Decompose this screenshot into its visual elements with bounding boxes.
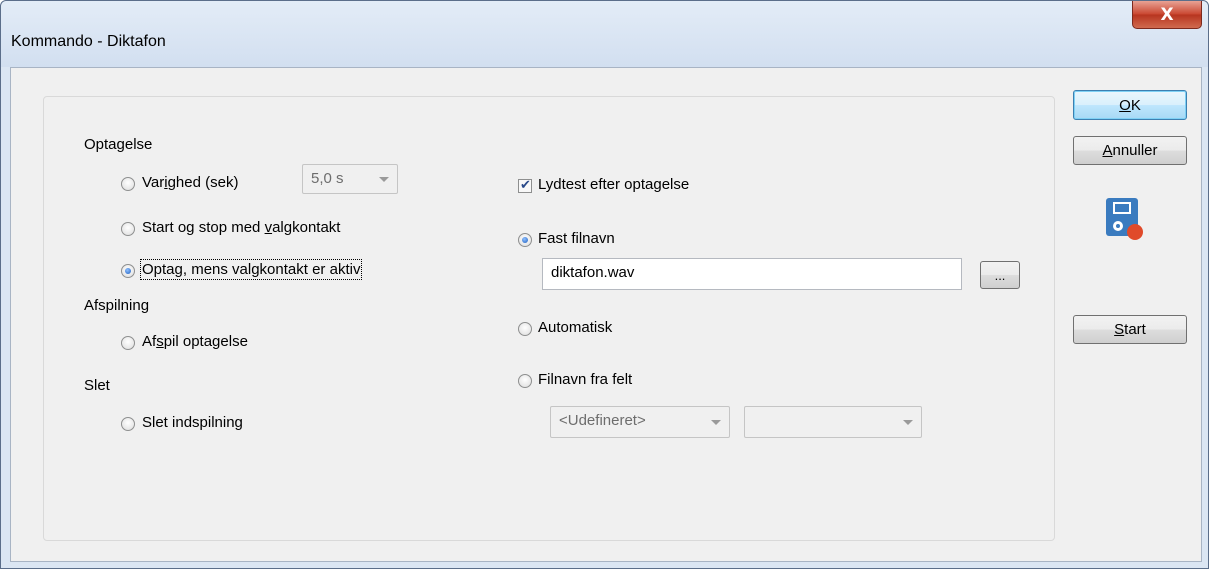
dialog-client-area: Optagelse Varighed (sek) 5,0 s Start og … — [10, 67, 1202, 562]
duration-combo[interactable]: 5,0 s — [302, 164, 398, 194]
field-select-1-value: <Udefineret> — [559, 412, 646, 429]
chevron-down-icon — [903, 420, 913, 425]
start-button-label: tart — [1124, 321, 1146, 338]
field-select-2[interactable] — [744, 406, 922, 438]
cancel-button-mnemonic: A — [1102, 142, 1113, 159]
filename-from-field-label[interactable]: Filnavn fra felt — [538, 371, 632, 388]
automatic-label[interactable]: Automatisk — [538, 319, 612, 336]
play-recording-label[interactable]: Afspil optagelse — [142, 333, 248, 350]
cancel-button-label: nnuller — [1112, 142, 1158, 159]
chevron-down-icon — [711, 420, 721, 425]
recording-heading: Optagelse — [84, 136, 153, 153]
filename-value: diktafon.wav — [551, 264, 635, 281]
field-select-1[interactable]: <Udefineret> — [550, 406, 730, 438]
close-button[interactable]: X — [1132, 1, 1202, 29]
window-title: Kommando - Diktafon — [11, 33, 166, 50]
ok-button[interactable]: OK — [1073, 90, 1187, 120]
soundtest-checkbox[interactable] — [518, 177, 532, 193]
dialog-window: Kommando - Diktafon X Optagelse Varighed… — [0, 0, 1209, 569]
while-active-label[interactable]: Optag, mens valgkontakt er aktiv — [139, 259, 363, 280]
cancel-button[interactable]: Annuller — [1073, 136, 1187, 165]
soundtest-label[interactable]: Lydtest efter optagelse — [538, 176, 689, 193]
startstop-radio[interactable] — [121, 222, 135, 236]
filename-from-field-radio[interactable] — [518, 374, 532, 388]
filename-input[interactable]: diktafon.wav — [542, 258, 962, 290]
delete-heading: Slet — [84, 377, 110, 394]
start-button[interactable]: Start — [1073, 315, 1187, 344]
delete-recording-radio[interactable] — [121, 417, 135, 431]
ok-button-mnemonic: O — [1119, 96, 1131, 114]
while-active-radio[interactable] — [121, 264, 135, 278]
start-button-mnemonic: S — [1114, 321, 1125, 338]
browse-button[interactable]: ... — [980, 261, 1020, 289]
automatic-radio[interactable] — [518, 322, 532, 336]
startstop-label[interactable]: Start og stop med valgkontakt — [142, 219, 340, 236]
fixed-filename-label[interactable]: Fast filnavn — [538, 230, 615, 247]
duration-value: 5,0 s — [311, 170, 344, 187]
chevron-down-icon — [379, 177, 389, 182]
play-recording-radio[interactable] — [121, 336, 135, 350]
title-bar[interactable]: Kommando - Diktafon X — [1, 1, 1208, 67]
duration-radio[interactable] — [121, 177, 135, 191]
ok-button-label: K — [1130, 96, 1141, 114]
fixed-filename-radio[interactable] — [518, 233, 532, 247]
dictaphone-recorder-icon — [1104, 196, 1148, 242]
playback-heading: Afspilning — [84, 297, 150, 314]
settings-panel: Optagelse Varighed (sek) 5,0 s Start og … — [43, 96, 1055, 541]
delete-recording-label[interactable]: Slet indspilning — [142, 414, 243, 431]
duration-label[interactable]: Varighed (sek) — [142, 174, 238, 191]
close-icon: X — [1160, 4, 1174, 25]
